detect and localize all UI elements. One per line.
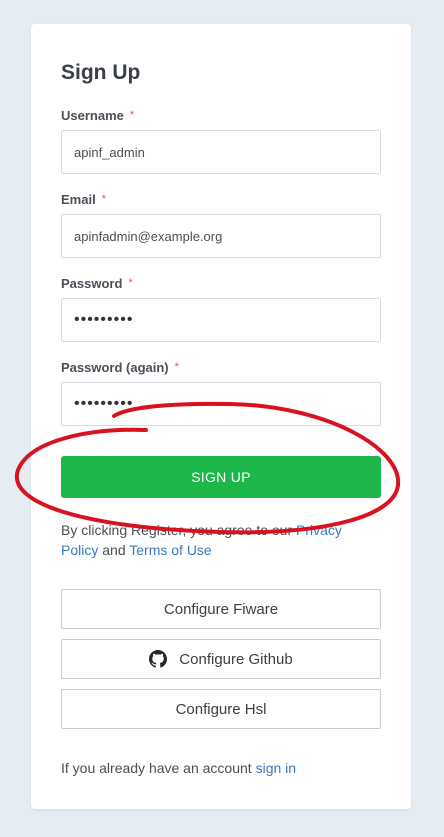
- page-title: Sign Up: [61, 61, 141, 84]
- email-label: Email *: [61, 192, 106, 207]
- username-label: Username *: [61, 108, 135, 123]
- email-input[interactable]: [61, 214, 381, 258]
- required-marker: *: [101, 193, 106, 205]
- configure-fiware-label: Configure Fiware: [163, 600, 279, 618]
- github-icon: [149, 650, 168, 668]
- password-again-input[interactable]: [61, 382, 381, 426]
- configure-hsl-label: Configure Hsl: [175, 700, 267, 718]
- signin-link[interactable]: sign in: [256, 760, 296, 776]
- terms-of-use-link[interactable]: Terms of Use: [129, 542, 211, 558]
- required-marker: *: [128, 277, 133, 289]
- required-marker: *: [129, 109, 135, 121]
- signup-button[interactable]: SIGN UP: [61, 456, 381, 498]
- configure-fiware-button[interactable]: Configure Fiware: [61, 589, 381, 629]
- signin-text: If you already have an account sign in: [61, 760, 296, 776]
- required-marker: *: [174, 361, 179, 373]
- password-label: Password *: [61, 276, 133, 291]
- configure-hsl-button[interactable]: Configure Hsl: [61, 689, 381, 729]
- configure-github-label: Configure Github: [179, 650, 293, 668]
- username-input[interactable]: [61, 130, 381, 174]
- password-again-label: Password (again) *: [61, 360, 179, 375]
- signin-prefix: If you already have an account: [61, 760, 256, 776]
- signup-card: Sign Up Username* Email* Password* Passw…: [31, 24, 411, 809]
- password-input[interactable]: [61, 298, 381, 342]
- configure-github-button[interactable]: Configure Github: [61, 639, 381, 679]
- terms-prefix: By clicking Register, you agree to our: [61, 522, 297, 538]
- terms-text: By clicking Register, you agree to our P…: [61, 520, 381, 560]
- terms-middle: and: [98, 542, 130, 558]
